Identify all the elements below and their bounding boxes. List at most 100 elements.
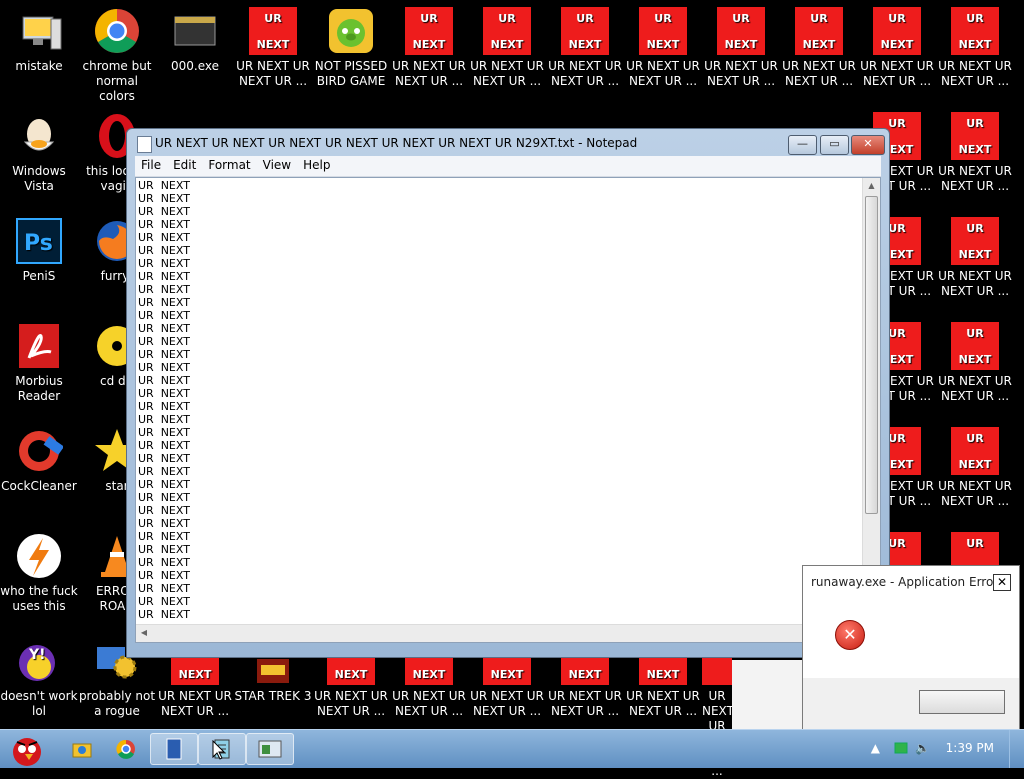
scroll-left-arrow-icon[interactable]: ◀ [136, 625, 152, 641]
desktop-icon-who-uses[interactable]: who the fuck uses this [0, 527, 78, 614]
svg-text:Y!: Y! [28, 647, 46, 663]
desktop-icon-tile[interactable]: UR NEXT UR NEXT UR NEXT UR ... [780, 2, 858, 89]
desktop-icon-chrome[interactable]: chrome but normal colors [78, 2, 156, 104]
dialog-title: runaway.exe - Application Error [811, 575, 999, 589]
chrome-icon [116, 739, 135, 759]
red-tile-icon [702, 657, 732, 685]
desktop-icon-label: UR NEXT UR NEXT UR ... [470, 59, 544, 88]
minimize-button[interactable]: — [788, 135, 817, 155]
desktop-icon-label: UR NEXT UR NEXT UR ... [938, 59, 1012, 88]
desktop-icon-label: mistake [15, 59, 63, 73]
desktop-icon-tile[interactable]: UR NEXT UR NEXT UR NEXT UR ... [546, 2, 624, 89]
taskbar-window[interactable] [246, 733, 294, 765]
desktop-icon-label: CockCleaner [1, 479, 77, 493]
menu-edit[interactable]: Edit [167, 156, 202, 172]
desktop-icon-000exe[interactable]: 000.exe [156, 2, 234, 74]
error-dialog[interactable]: runaway.exe - Application Error ✕ ✕ [802, 565, 1020, 733]
desktop-icon-label: PeniS [22, 269, 56, 283]
desktop-icon-tile[interactable]: NEXT UR NEXT UR NEXT UR ... [468, 652, 546, 719]
menu-format[interactable]: Format [202, 156, 256, 172]
volume-icon[interactable]: 🔈 [915, 741, 930, 755]
desktop-icon-tile[interactable]: UR NEXT UR NEXT UR NEXT UR ... [858, 2, 936, 89]
desktop-icon-label: UR NEXT UR NEXT UR ... [158, 689, 232, 718]
desktop-icon-tile[interactable]: UR NEXT UR NEXT UR NEXT UR ... [936, 212, 1014, 299]
desktop-icon-morbius-reader[interactable]: Morbius Reader [0, 317, 78, 404]
desktop-icon-tile[interactable]: NEXT UR NEXT UR NEXT UR ... [546, 652, 624, 719]
scroll-up-arrow-icon[interactable]: ▲ [863, 178, 880, 194]
desktop-icon-label: UR NEXT UR NEXT UR ... [938, 374, 1012, 403]
desktop-icon-label: UR NEXT UR NEXT UR ... [860, 59, 934, 88]
taskbar-app[interactable] [150, 733, 198, 765]
clock[interactable]: 1:39 PM [946, 741, 994, 755]
close-button[interactable]: ✕ [851, 135, 885, 155]
desktop-icon-label: Windows Vista [12, 164, 66, 193]
app-window-icon [171, 7, 219, 55]
desktop-icon-tile[interactable]: UR NEXT UR NEXT UR NEXT UR ... [390, 2, 468, 89]
red-tile-icon: URNEXT [873, 7, 921, 55]
desktop-icon-tile[interactable]: NEXT UR NEXT UR NEXT UR ... [390, 652, 468, 719]
red-tile-icon: URNEXT [483, 7, 531, 55]
text-editor[interactable]: UR NEXT UR NEXT UR NEXT UR NEXT UR NEXT … [135, 177, 881, 643]
battery-icon[interactable] [894, 741, 908, 758]
photoshop-icon: Ps [15, 217, 63, 265]
menu-view[interactable]: View [257, 156, 297, 172]
taskbar-explorer[interactable] [58, 733, 106, 765]
desktop-icon-label: UR NEXT UR NEXT UR ... [938, 479, 1012, 508]
red-tile-icon: URNEXT [561, 7, 609, 55]
horizontal-scrollbar[interactable]: ◀ [136, 624, 863, 642]
desktop-icon-tile[interactable]: NEXT UR NEXT UR NEXT UR ... [624, 652, 702, 719]
red-tile-icon: URNEXT [951, 7, 999, 55]
dialog-titlebar: runaway.exe - Application Error ✕ [803, 566, 1019, 596]
red-tile-icon: URNEXT [951, 112, 999, 160]
angry-bird-icon [13, 738, 41, 766]
show-desktop-button[interactable] [1009, 730, 1024, 768]
desktop-icon-tile[interactable]: UR NEXT UR NEXT UR NEXT UR ... [936, 2, 1014, 89]
desktop-icon-mistake[interactable]: mistake [0, 2, 78, 74]
desktop-icon-penis[interactable]: Ps PeniS [0, 212, 78, 284]
desktop-icon-tile[interactable]: UR NEXT UR NEXT UR NEXT UR ... [702, 2, 780, 89]
desktop-icon-label: UR NEXT UR NEXT UR ... [938, 164, 1012, 193]
notepad-window[interactable]: UR NEXT UR NEXT UR NEXT UR NEXT UR NEXT … [126, 128, 890, 658]
red-tile-icon: NEXT [171, 657, 219, 685]
desktop-icon-tile[interactable]: UR NEXT UR NEXT UR NEXT UR ... [936, 107, 1014, 194]
notepad-icon [137, 136, 152, 153]
dialog-close-button[interactable]: ✕ [993, 574, 1011, 591]
red-tile-icon: URNEXT [951, 427, 999, 475]
desktop-icon-tile[interactable]: NEXT UR NEXT UR NEXT UR ... [312, 652, 390, 719]
desktop-icon-label: UR NEXT UR NEXT UR ... [314, 689, 388, 718]
document-icon [166, 738, 182, 760]
vertical-scrollbar[interactable]: ▲ [862, 178, 880, 625]
yahoo-messenger-icon: Y! [15, 637, 63, 685]
acrobat-icon [15, 322, 63, 370]
maximize-button[interactable]: ▭ [820, 135, 849, 155]
desktop-icon-tile[interactable]: UR NEXT UR NEXT UR NEXT UR ... [936, 317, 1014, 404]
scroll-thumb[interactable] [865, 196, 878, 514]
desktop-icon-bird-game[interactable]: NOT PISSED BIRD GAME [312, 2, 390, 89]
mouse-cursor-icon [212, 740, 226, 760]
desktop-icon-windows-vista[interactable]: Windows Vista [0, 107, 78, 194]
desktop-icon-label: UR NEXT UR NEXT UR ... [626, 59, 700, 88]
menu-help[interactable]: Help [297, 156, 336, 172]
desktop-icon-label: UR NEXT UR NEXT UR ... [470, 689, 544, 718]
desktop-icon-tile[interactable]: UR NEXT UR NEXT UR NEXT UR ... [936, 422, 1014, 509]
desktop-icon-tile[interactable]: UR NEXT UR NEXT UR NEXT UR ... [468, 2, 546, 89]
desktop-icon-tile[interactable]: NEXT UR NEXT UR NEXT UR ... [156, 652, 234, 719]
error-icon: ✕ [835, 620, 865, 650]
taskbar-chrome[interactable] [102, 733, 150, 765]
desktop-icon-tile[interactable]: UR NEXT UR NEXT UR NEXT UR ... [624, 2, 702, 89]
desktop-icon-cockcleaner[interactable]: CockCleaner [0, 422, 78, 494]
dialog-ok-button[interactable] [919, 690, 1005, 714]
desktop-icon-label: UR NEXT UR NEXT UR ... [704, 59, 778, 88]
tray-expand-icon[interactable]: ▲ [871, 741, 880, 755]
desktop-icon-star-trek[interactable]: STAR TREK 3 [234, 652, 312, 704]
start-button[interactable] [2, 733, 52, 766]
editor-text[interactable]: UR NEXT UR NEXT UR NEXT UR NEXT UR NEXT … [138, 179, 190, 621]
red-tile-icon: URNEXT [405, 7, 453, 55]
desktop-icon-label: Morbius Reader [15, 374, 63, 403]
lightning-icon [15, 532, 63, 580]
red-tile-icon: NEXT [561, 657, 609, 685]
desktop-icon-tile[interactable]: UR NEXT UR NEXT UR NEXT UR ... [234, 2, 312, 89]
desktop-icon-label: UR NEXT UR NEXT UR ... [392, 59, 466, 88]
menu-file[interactable]: File [135, 156, 167, 172]
desktop-icon-yahoo[interactable]: Y! doesn't work lol [0, 632, 78, 719]
